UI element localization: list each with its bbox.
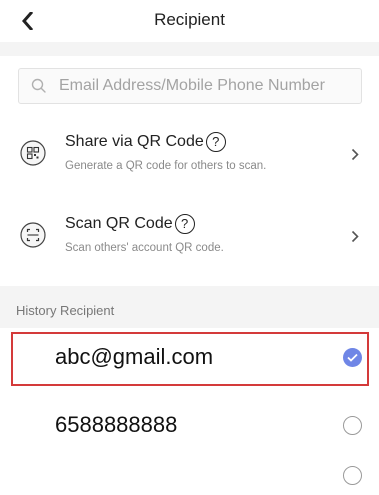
radio-unchecked-icon[interactable] bbox=[343, 466, 362, 485]
share-qr-code-label: Share via QR Code bbox=[65, 133, 204, 150]
share-qr-code-title: Share via QR Code ? bbox=[65, 132, 226, 152]
history-recipient-item[interactable] bbox=[0, 456, 379, 495]
radio-unchecked-icon[interactable] bbox=[343, 416, 362, 435]
search-box[interactable] bbox=[18, 68, 362, 104]
history-recipient-label: History Recipient bbox=[16, 303, 115, 318]
history-recipient-item[interactable]: 6588888888 bbox=[0, 398, 379, 456]
scan-qr-code-title: Scan QR Code ? bbox=[65, 214, 195, 234]
header-bar: Recipient bbox=[0, 0, 379, 42]
share-qr-code-subtitle: Generate a QR code for others to scan. bbox=[65, 160, 267, 172]
qr-code-icon bbox=[20, 140, 46, 166]
scan-icon bbox=[20, 222, 46, 248]
back-button[interactable] bbox=[12, 7, 42, 35]
page-title: Recipient bbox=[154, 10, 225, 29]
search-icon bbox=[19, 78, 59, 94]
scan-qr-code-label: Scan QR Code bbox=[65, 215, 173, 232]
recipient-value: 6588888888 bbox=[55, 412, 178, 437]
radio-checked-icon[interactable] bbox=[343, 348, 362, 367]
separator-top bbox=[0, 42, 379, 56]
scan-qr-code-subtitle: Scan others' account QR code. bbox=[65, 242, 224, 254]
help-icon[interactable]: ? bbox=[174, 214, 195, 234]
share-qr-code-row[interactable]: Share via QR Code ? Generate a QR code f… bbox=[0, 124, 379, 194]
chevron-left-icon bbox=[22, 12, 33, 30]
search-input[interactable] bbox=[59, 77, 349, 95]
scan-qr-code-row[interactable]: Scan QR Code ? Scan others' account QR c… bbox=[0, 206, 379, 276]
chevron-right-icon bbox=[351, 148, 359, 166]
help-icon[interactable]: ? bbox=[205, 132, 226, 152]
history-recipient-item[interactable]: abc@gmail.com bbox=[0, 330, 379, 388]
recipient-value: abc@gmail.com bbox=[55, 344, 214, 369]
chevron-right-icon bbox=[351, 230, 359, 248]
recipient-screen: Recipient Share via QR Code ? bbox=[0, 0, 379, 495]
